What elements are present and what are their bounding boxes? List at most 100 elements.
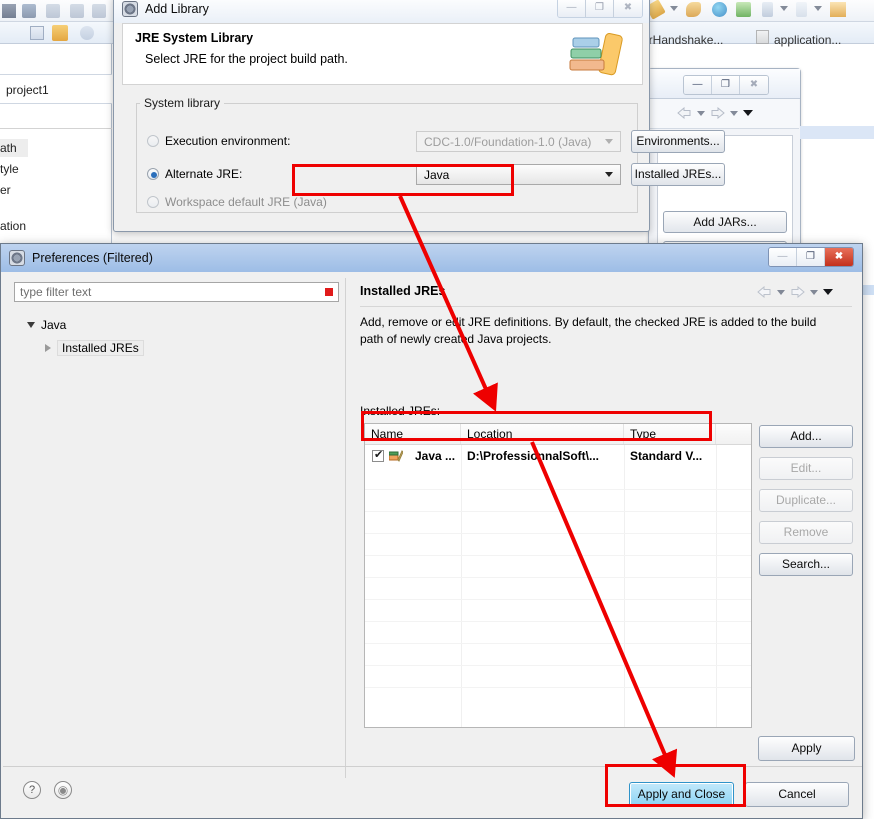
cancel-button[interactable]: Cancel <box>745 782 849 807</box>
tree-item-label: Java <box>41 318 67 332</box>
table-header-row: Name Location Type <box>365 424 751 445</box>
back-arrow-icon[interactable] <box>677 107 692 119</box>
radio-icon[interactable] <box>147 196 159 208</box>
search-jre-button[interactable]: Search... <box>759 553 853 576</box>
restore-defaults-icon[interactable]: ◉ <box>54 781 72 799</box>
back-arrow-icon[interactable] <box>757 286 772 298</box>
installed-jres-button[interactable]: Installed JREs... <box>631 163 725 186</box>
radio-label-execution-environment: Execution environment: <box>165 134 291 148</box>
radio-alternate-jre[interactable]: Alternate JRE: <box>147 167 242 181</box>
minimize-button[interactable]: — <box>769 248 797 266</box>
help-icon[interactable]: ? <box>23 781 41 799</box>
add-jre-button[interactable]: Add... <box>759 425 853 448</box>
column-header-extra[interactable] <box>716 424 751 444</box>
bg-left-item-er[interactable]: er <box>0 181 112 199</box>
new-icon[interactable] <box>796 2 807 17</box>
project-row[interactable]: project1 <box>0 74 112 104</box>
preferences-body: type filter text Java Installed JREs Ins… <box>3 272 860 792</box>
maximize-button[interactable]: ❐ <box>712 76 740 94</box>
radio-icon[interactable] <box>147 168 159 180</box>
filter-input-wrapper[interactable]: type filter text <box>14 282 339 302</box>
debug-icon[interactable] <box>686 2 701 17</box>
preferences-window-buttons[interactable]: — ❐ ✖ <box>768 247 854 267</box>
grid-line <box>365 643 751 644</box>
back-icon[interactable] <box>830 2 846 17</box>
chevron-down-icon[interactable] <box>810 289 818 295</box>
link-with-editor-icon[interactable] <box>52 25 68 41</box>
toolbar-icon-generic[interactable] <box>92 4 106 18</box>
radio-workspace-default-jre[interactable]: Workspace default JRE (Java) <box>147 195 327 209</box>
view-menu-icon[interactable] <box>743 110 753 116</box>
alternate-jre-combo[interactable]: Java <box>416 164 621 185</box>
radio-execution-environment[interactable]: Execution environment: <box>147 134 290 148</box>
apply-and-close-button[interactable]: Apply and Close <box>629 782 734 807</box>
new-icon[interactable] <box>762 2 773 17</box>
footer-divider <box>3 766 862 767</box>
forward-arrow-icon[interactable] <box>790 286 805 298</box>
row-checkbox[interactable] <box>372 448 384 462</box>
page-title: JRE System Library <box>135 31 254 45</box>
maximize-button[interactable]: ❐ <box>797 248 825 266</box>
edit-jre-button: Edit... <box>759 457 853 480</box>
add-library-window-buttons[interactable]: — ❐ ✖ <box>557 0 643 18</box>
add-library-header: JRE System Library Select JRE for the pr… <box>122 23 643 85</box>
grid-line <box>365 555 751 556</box>
chevron-down-icon[interactable] <box>697 110 705 116</box>
chevron-down-icon[interactable] <box>670 6 678 11</box>
minimize-button[interactable]: — <box>684 76 712 94</box>
bg-left-item-build-path[interactable]: ath <box>0 139 28 157</box>
chevron-down-icon[interactable] <box>780 6 788 11</box>
grid-line <box>365 687 751 688</box>
pane-nav-arrows[interactable] <box>757 286 833 298</box>
column-header-name[interactable]: Name <box>365 424 461 444</box>
add-library-title: Add Library <box>145 2 209 16</box>
column-header-location[interactable]: Location <box>461 424 624 444</box>
maximize-button[interactable]: ❐ <box>586 0 614 17</box>
chevron-down-icon[interactable] <box>27 322 35 328</box>
chevron-down-icon[interactable] <box>730 110 738 116</box>
toolbar-icon-generic[interactable] <box>46 4 60 18</box>
help-glyph: ? <box>28 784 36 796</box>
inner-window-nav-arrows[interactable] <box>677 107 753 119</box>
close-button[interactable]: ✖ <box>614 0 642 17</box>
forward-arrow-icon[interactable] <box>710 107 725 119</box>
collapse-all-icon[interactable] <box>30 26 44 40</box>
tree-item-java[interactable]: Java <box>27 318 66 332</box>
grid-line <box>365 533 751 534</box>
add-jars-button[interactable]: Add JARs... <box>663 211 787 233</box>
grid-line <box>365 665 751 666</box>
preferences-title: Preferences (Filtered) <box>32 251 153 265</box>
chevron-right-icon[interactable] <box>45 344 51 352</box>
toolbar-icon-generic[interactable] <box>2 4 16 18</box>
external-tools-icon[interactable] <box>736 2 751 17</box>
chevron-down-icon[interactable] <box>605 172 613 177</box>
view-menu-icon[interactable] <box>80 26 94 40</box>
view-menu-icon[interactable] <box>823 289 833 295</box>
column-header-type[interactable]: Type <box>624 424 716 444</box>
grid-line <box>365 599 751 600</box>
toolbar-icon-generic[interactable] <box>70 4 84 18</box>
editor-tab-application[interactable]: application... <box>774 31 841 49</box>
preferences-nav-panel: type filter text Java Installed JREs <box>9 278 346 778</box>
bg-left-item-style[interactable]: tyle <box>0 160 112 178</box>
tree-item-installed-jres[interactable]: Installed JREs <box>45 340 144 356</box>
cell-location: D:\ProfessionnalSoft\... <box>467 449 600 463</box>
minimize-button[interactable]: — <box>558 0 586 17</box>
globe-icon[interactable] <box>712 2 727 17</box>
table-row[interactable]: Java ... D:\ProfessionnalSoft\... Standa… <box>365 445 751 467</box>
radio-icon[interactable] <box>147 135 159 147</box>
grid-line <box>461 445 462 727</box>
environments-button[interactable]: Environments... <box>631 130 725 153</box>
chevron-down-icon[interactable] <box>814 6 822 11</box>
clear-filter-icon[interactable] <box>325 288 333 296</box>
close-button[interactable]: ✖ <box>740 76 768 94</box>
editor-tab-handshake[interactable]: arHandshake... <box>642 31 723 49</box>
installed-jres-table[interactable]: Name Location Type Java ... <box>364 423 752 728</box>
chevron-down-icon[interactable] <box>777 289 785 295</box>
apply-button[interactable]: Apply <box>758 736 855 761</box>
eclipse-icon <box>9 250 25 266</box>
inner-window-buttons[interactable]: — ❐ ✖ <box>683 75 769 95</box>
toolbar-icon-generic[interactable] <box>22 4 36 18</box>
bg-left-item-ation[interactable]: ation <box>0 217 112 235</box>
close-button[interactable]: ✖ <box>825 248 853 266</box>
